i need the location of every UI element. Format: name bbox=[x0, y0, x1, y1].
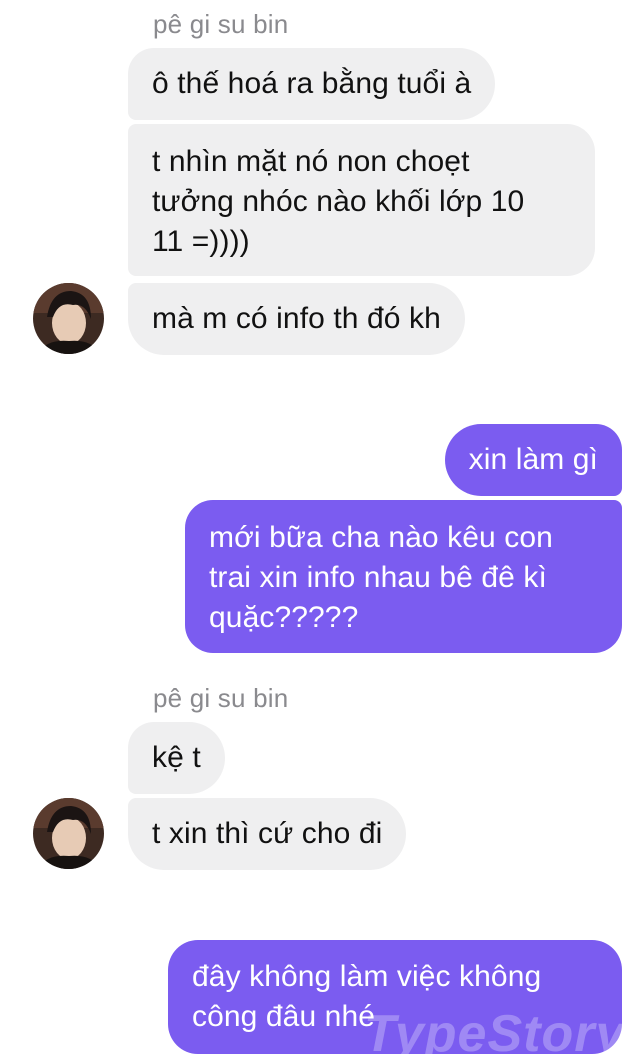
sender-name: pê gi su bin bbox=[153, 9, 289, 39]
contact-avatar[interactable] bbox=[33, 283, 104, 354]
outgoing-message[interactable]: xin làm gì bbox=[444, 424, 622, 496]
incoming-message[interactable]: t nhìn mặt nó non choẹt tưởng nhóc nào k… bbox=[128, 124, 595, 276]
incoming-message[interactable]: t xin thì cứ cho đi bbox=[128, 798, 407, 870]
outgoing-message[interactable]: mới bữa cha nào kêu con trai xin info nh… bbox=[185, 500, 622, 653]
incoming-message[interactable]: kệ t bbox=[128, 722, 225, 794]
watermark: TypeStory bbox=[364, 1005, 626, 1063]
avatar-photo-icon bbox=[33, 798, 104, 869]
contact-avatar[interactable] bbox=[33, 798, 104, 869]
avatar-photo-icon bbox=[33, 283, 104, 354]
sender-name: pê gi su bin bbox=[153, 683, 289, 713]
incoming-message[interactable]: ô thế hoá ra bằng tuổi à bbox=[128, 48, 496, 120]
incoming-message[interactable]: mà m có info th đó kh bbox=[128, 283, 465, 355]
